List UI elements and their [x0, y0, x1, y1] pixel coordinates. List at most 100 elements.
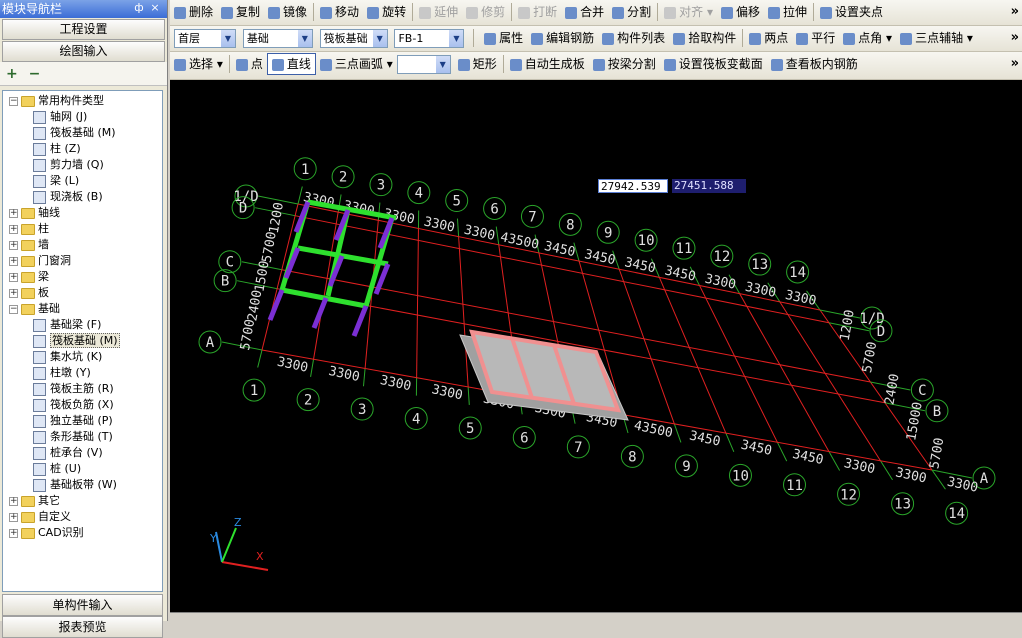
expand-icon[interactable]: + [9, 529, 18, 538]
tree-item[interactable]: 基础梁 (F) [33, 317, 101, 333]
toolbar-more-icon[interactable]: » [1011, 52, 1019, 76]
toolbar-button[interactable]: 镜像 [264, 0, 311, 24]
project-settings-button[interactable]: 工程设置 [2, 19, 165, 40]
collapse-icon[interactable]: − [9, 305, 18, 314]
axis-label-top: 7 [528, 209, 536, 225]
tree-item[interactable]: 现浇板 (B) [33, 189, 103, 205]
toolbar-button[interactable]: 修剪 [462, 0, 509, 24]
tree-item[interactable]: 筏板基础 (M) [33, 125, 116, 141]
tree-folder[interactable]: +门窗洞 [9, 253, 71, 269]
tree-item[interactable]: 条形基础 (T) [33, 429, 113, 445]
tree-item[interactable]: 柱墩 (Y) [33, 365, 91, 381]
tree-folder[interactable]: +柱 [9, 221, 49, 237]
expand-icon[interactable]: + [9, 257, 18, 266]
toolbar-button[interactable]: 自动生成板 [506, 52, 589, 76]
drawing-canvas[interactable]: 112233445566778899101011111212131314141/… [170, 80, 1022, 612]
toolbar-button[interactable]: 构件列表 [598, 26, 669, 50]
toolbar-button[interactable]: 复制 [217, 0, 264, 24]
toolbar-button[interactable]: 偏移 [717, 0, 764, 24]
toolbar-button[interactable]: 旋转 [363, 0, 410, 24]
toolbar-button[interactable]: 两点 [745, 26, 792, 50]
tree-folder[interactable]: −基础 [9, 301, 60, 317]
toolbar-more-icon[interactable]: » [1011, 26, 1019, 50]
toolbar-button[interactable]: 平行 [792, 26, 839, 50]
type-select[interactable]: 筏板基础▼ [320, 29, 388, 48]
report-preview-button[interactable]: 报表预览 [2, 616, 163, 638]
tree-item[interactable]: 基础板带 (W) [33, 477, 117, 493]
tree-item[interactable]: 筏板主筋 (R) [33, 381, 114, 397]
tree-folder[interactable]: +其它 [9, 493, 60, 509]
expand-icon[interactable]: + [9, 497, 18, 506]
tree-item[interactable]: 轴网 (J) [33, 109, 87, 125]
expand-icon[interactable]: + [9, 225, 18, 234]
tree-folder[interactable]: −常用构件类型 [9, 93, 104, 109]
component-icon [33, 447, 46, 460]
collapse-all-icon[interactable]: − [29, 66, 41, 82]
axis-label-bottom: 5 [466, 421, 474, 437]
toolbar-button[interactable]: 移动 [316, 0, 363, 24]
component-icon [33, 175, 46, 188]
toolbar-button[interactable]: 查看板内钢筋 [767, 52, 862, 76]
toolbar-more-icon[interactable]: » [1011, 0, 1019, 24]
tree-item[interactable]: 筏板基础 (M) [33, 333, 120, 349]
expand-icon[interactable]: + [9, 273, 18, 282]
tree-folder[interactable]: +自定义 [9, 509, 71, 525]
tree-item[interactable]: 梁 (L) [33, 173, 79, 189]
toolbar-button[interactable]: 矩形 [454, 52, 501, 76]
toolbar-button[interactable]: 打断 [514, 0, 561, 24]
toolbar-button[interactable]: 拉伸 [764, 0, 811, 24]
tree-folder[interactable]: +梁 [9, 269, 49, 285]
category-select[interactable]: 基础▼ [243, 29, 313, 48]
toolbar-button[interactable]: 延伸 [415, 0, 462, 24]
tree-item[interactable]: 独立基础 (P) [33, 413, 113, 429]
dimension-label-left: 5700 [238, 318, 258, 351]
toolbar-button[interactable]: 设置夹点 [816, 0, 887, 24]
folder-icon [21, 288, 35, 299]
tree-item[interactable]: 桩 (U) [33, 461, 81, 477]
drawing-input-button[interactable]: 绘图输入 [2, 41, 165, 62]
component-select[interactable]: FB-1▼ [394, 29, 464, 48]
tree-item[interactable]: 桩承台 (V) [33, 445, 103, 461]
toolbar-button[interactable]: 三点画弧 ▾ [316, 52, 397, 76]
chevron-down-icon: ▼ [221, 30, 235, 47]
toolbar-button[interactable]: 分割 [608, 0, 655, 24]
toolbar-button[interactable]: 删除 [170, 0, 217, 24]
toolbar-button[interactable]: 属性 [480, 26, 527, 50]
toolbar-button[interactable]: 设置筏板变截面 [660, 52, 767, 76]
toolbar-button[interactable]: 拾取构件 [669, 26, 740, 50]
x-coordinate-input[interactable]: 27942.539 [598, 179, 668, 193]
toolbar-button[interactable]: 合并 [561, 0, 608, 24]
tree-folder[interactable]: +轴线 [9, 205, 60, 221]
y-coordinate-input[interactable]: 27451.588 [672, 179, 746, 193]
style-select[interactable]: ▼ [397, 55, 451, 74]
tree-item[interactable]: 剪力墙 (Q) [33, 157, 104, 173]
toolbar-button[interactable]: 选择 ▾ [170, 52, 227, 76]
cad-drawing[interactable]: 112233445566778899101011111212131314141/… [170, 80, 1022, 612]
tree-item[interactable]: 柱 (Z) [33, 141, 81, 157]
folder-icon [21, 240, 35, 251]
toolbar-button[interactable]: 按梁分割 [589, 52, 660, 76]
pin-icon[interactable]: ф [132, 1, 146, 15]
toolbar-button[interactable]: 三点辅轴 ▾ [896, 26, 977, 50]
tree-item[interactable]: 集水坑 (K) [33, 349, 102, 365]
expand-all-icon[interactable]: + [6, 66, 18, 82]
single-component-input-button[interactable]: 单构件输入 [2, 594, 163, 616]
expand-icon[interactable]: + [9, 513, 18, 522]
toolbar-button[interactable]: 直线 [267, 53, 316, 75]
close-icon[interactable]: × [148, 1, 162, 15]
tree-folder[interactable]: +CAD识别 [9, 525, 84, 541]
collapse-icon[interactable]: − [9, 97, 18, 106]
toolbar-button[interactable]: 点角 ▾ [839, 26, 896, 50]
tree-folder[interactable]: +板 [9, 285, 49, 301]
toolbar-button[interactable]: 对齐 ▾ [660, 0, 717, 24]
tree-item[interactable]: 筏板负筋 (X) [33, 397, 114, 413]
toolbar-button[interactable]: 点 [232, 52, 267, 76]
dimension-label-left: 1200 [267, 201, 287, 234]
expand-icon[interactable]: + [9, 241, 18, 250]
expand-icon[interactable]: + [9, 289, 18, 298]
toolbar-button[interactable]: 编辑钢筋 [527, 26, 598, 50]
axis-label-bottom: 6 [520, 430, 528, 446]
tree-folder[interactable]: +墙 [9, 237, 49, 253]
expand-icon[interactable]: + [9, 209, 18, 218]
floor-select[interactable]: 首层▼ [174, 29, 236, 48]
